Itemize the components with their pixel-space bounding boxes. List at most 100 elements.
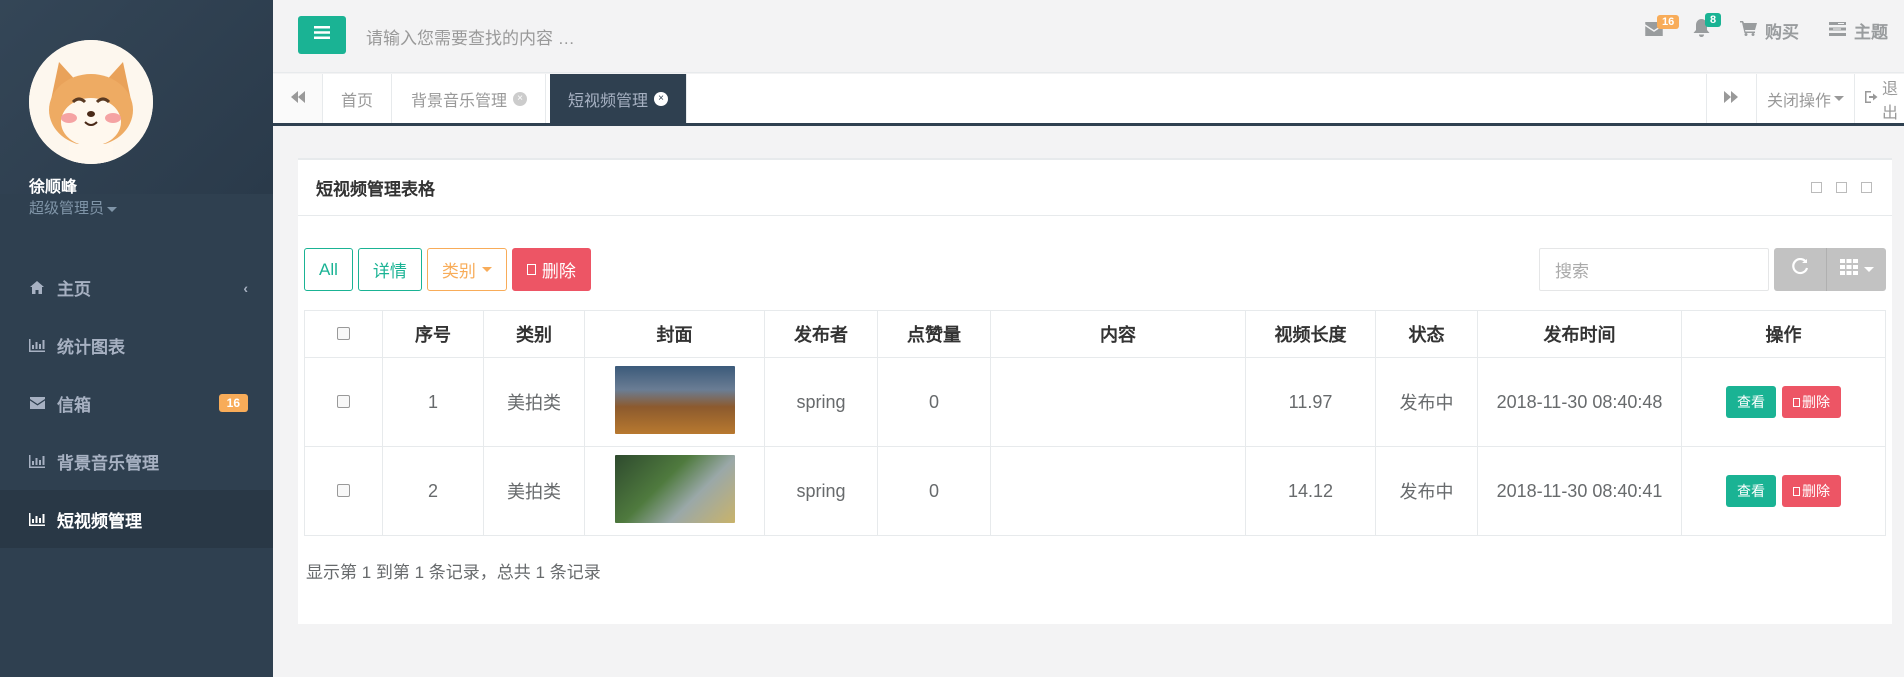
- table-search-input[interactable]: 搜索: [1539, 248, 1769, 291]
- sidebar-item-short-video[interactable]: 短视频管理: [0, 490, 273, 548]
- row-checkbox[interactable]: [337, 394, 350, 408]
- select-all-checkbox[interactable]: [337, 326, 350, 340]
- tab-short-video[interactable]: 短视频管理 ×: [550, 74, 688, 123]
- detail-button[interactable]: 详情: [357, 248, 422, 291]
- profile-section: 徐顺峰 超级管理员: [0, 0, 273, 217]
- cover-thumbnail[interactable]: [614, 454, 735, 523]
- table-header-row: 序号 类别 封面 发布者 点赞量 内容 视频长度 状态 发布时间 操作: [304, 310, 1886, 358]
- column-header[interactable]: 发布时间: [1477, 310, 1682, 358]
- buy-button[interactable]: 购买: [1740, 18, 1799, 43]
- close-ops-label: 关闭操作: [1766, 92, 1831, 110]
- row-delete-button[interactable]: 删除: [1782, 475, 1841, 508]
- select-all-cell: [304, 310, 383, 358]
- view-button[interactable]: 查看: [1726, 385, 1776, 418]
- delete-label: 删除: [541, 262, 576, 281]
- cell-cover: [584, 357, 765, 447]
- user-name: 徐顺峰: [29, 179, 78, 196]
- tab-close-icon[interactable]: ×: [654, 91, 669, 106]
- tab-label: 背景音乐管理: [411, 92, 508, 110]
- close-icon[interactable]: [1861, 182, 1872, 193]
- category-dropdown[interactable]: 类别: [426, 248, 507, 291]
- cell-status: 发布中: [1375, 357, 1478, 447]
- column-header[interactable]: 内容: [990, 310, 1246, 358]
- column-header[interactable]: 视频长度: [1245, 310, 1376, 358]
- row-delete-button[interactable]: 删除: [1782, 386, 1841, 419]
- sidebar-item-label: 统计图表: [57, 337, 125, 357]
- category-label: 类别: [441, 262, 476, 281]
- close-operations-dropdown[interactable]: 关闭操作: [1755, 74, 1854, 123]
- double-chevron-left-icon: [290, 90, 305, 108]
- config-icon[interactable]: [1836, 182, 1847, 193]
- double-chevron-right-icon: [1724, 90, 1739, 108]
- column-header[interactable]: 状态: [1375, 310, 1478, 358]
- tab-home[interactable]: 首页: [323, 74, 393, 123]
- video-table: 序号 类别 封面 发布者 点赞量 内容 视频长度 状态 发布时间 操作 1 美拍…: [304, 310, 1886, 536]
- collapse-icon[interactable]: [1811, 182, 1822, 193]
- sidebar-item-mailbox[interactable]: 信箱 16: [0, 374, 273, 432]
- home-icon: [29, 279, 45, 295]
- sidebar-item-home[interactable]: 主页 ‹: [0, 258, 273, 316]
- cell-category: 美拍类: [483, 446, 585, 536]
- trash-icon: [1793, 397, 1800, 407]
- panel-header: 短视频管理表格: [298, 160, 1892, 216]
- sidebar-item-bgm[interactable]: 背景音乐管理: [0, 432, 273, 490]
- caret-down-icon: [1863, 267, 1874, 272]
- row-delete-label: 删除: [1802, 483, 1830, 500]
- pagination-info: 显示第 1 到第 1 条记录，总共 1 条记录: [306, 563, 601, 582]
- table-view-buttons: [1774, 248, 1886, 291]
- video-table-panel: 短视频管理表格 All 详情 类别 删除 搜索 序号 类别 封面 发布者 点赞量…: [298, 158, 1892, 624]
- all-button[interactable]: All: [304, 248, 353, 291]
- panel-title: 短视频管理表格: [316, 180, 435, 199]
- caret-down-icon: [481, 267, 492, 272]
- cell-content: [990, 357, 1246, 447]
- theme-button[interactable]: 主题: [1829, 18, 1888, 43]
- cover-thumbnail[interactable]: [614, 365, 735, 434]
- user-role-label: 超级管理员: [29, 200, 105, 217]
- column-header[interactable]: 发布者: [764, 310, 878, 358]
- caret-down-icon: [107, 206, 118, 212]
- tabs-scroll-left-button[interactable]: [273, 74, 323, 123]
- columns-toggle-button[interactable]: [1826, 248, 1886, 291]
- notifications-badge: 8: [1705, 13, 1722, 27]
- avatar[interactable]: [29, 40, 153, 164]
- refresh-icon: [1791, 257, 1809, 281]
- cell-category: 美拍类: [483, 357, 585, 447]
- notifications-button[interactable]: 8: [1693, 13, 1722, 42]
- cell-id: 2: [382, 446, 484, 536]
- table-row: 1 美拍类 spring 0 11.97 发布中 2018-11-30 08:4…: [304, 357, 1886, 447]
- sidebar-item-label: 信箱: [57, 395, 91, 415]
- tabs-scroll-right-button[interactable]: [1705, 74, 1756, 123]
- view-button[interactable]: 查看: [1726, 474, 1776, 507]
- tabs-right-actions: 关闭操作 退出: [1705, 74, 1904, 123]
- user-role-dropdown[interactable]: 超级管理员: [29, 197, 118, 218]
- top-search-input[interactable]: 请输入您需要查找的内容 …: [366, 24, 575, 49]
- menu-toggle-button[interactable]: [298, 16, 346, 54]
- row-select-cell: [304, 357, 383, 447]
- cell-length: 11.97: [1245, 357, 1376, 447]
- bar-chart-icon: [29, 337, 45, 353]
- hamburger-icon: [314, 26, 330, 44]
- panel-tools: [1811, 182, 1872, 193]
- tab-bgm[interactable]: 背景音乐管理 ×: [393, 74, 547, 123]
- messages-badge: 16: [1657, 14, 1680, 29]
- messages-button[interactable]: 16: [1645, 14, 1680, 41]
- column-header[interactable]: 类别: [483, 310, 585, 358]
- cell-publisher: spring: [764, 357, 878, 447]
- delete-button[interactable]: 删除: [511, 248, 591, 291]
- column-header[interactable]: 点赞量: [877, 310, 991, 358]
- sidebar-item-label: 短视频管理: [57, 511, 142, 531]
- page-tabs-bar: 首页 背景音乐管理 × 短视频管理 × 关闭操作 退出: [273, 74, 1904, 126]
- tab-close-icon[interactable]: ×: [513, 91, 528, 106]
- bar-chart-icon: [29, 511, 45, 527]
- sidebar-nav: 主页 ‹ 统计图表 信箱 16 背景音乐管理 短视频管理: [0, 258, 273, 548]
- column-header[interactable]: 序号: [382, 310, 484, 358]
- row-checkbox[interactable]: [337, 483, 350, 497]
- chevron-left-icon: ‹: [243, 280, 248, 296]
- tasks-icon: [1829, 21, 1846, 41]
- refresh-button[interactable]: [1774, 248, 1826, 291]
- sidebar-item-charts[interactable]: 统计图表: [0, 316, 273, 374]
- logout-button[interactable]: 退出: [1854, 74, 1904, 123]
- column-header[interactable]: 封面: [584, 310, 765, 358]
- top-right-actions: 16 8 购买 主题: [1615, 13, 1904, 43]
- cell-cover: [584, 446, 765, 536]
